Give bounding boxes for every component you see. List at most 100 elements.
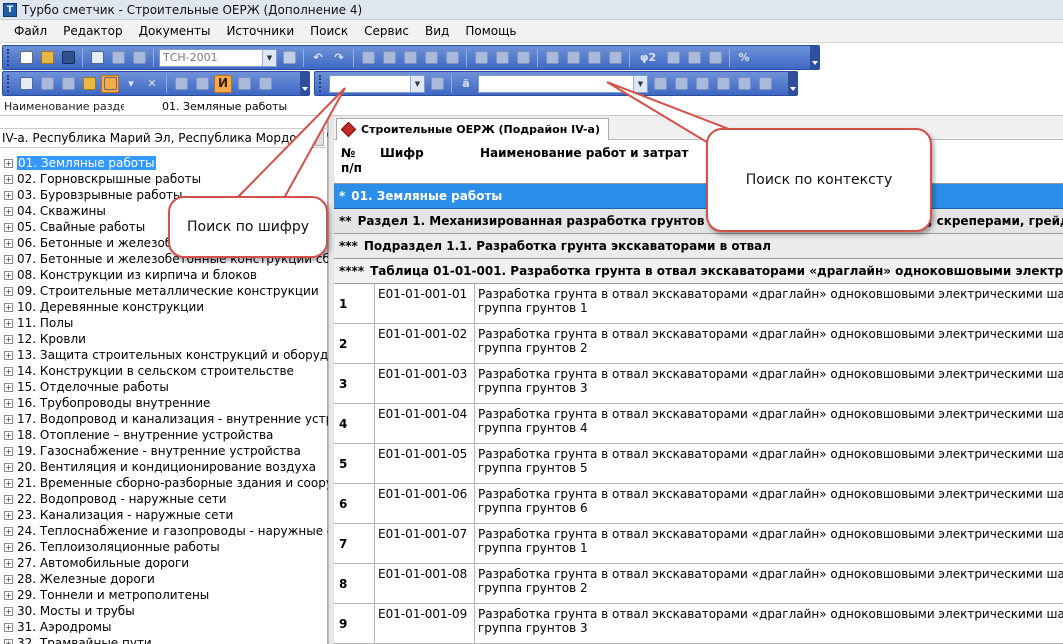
- italic-button[interactable]: И: [214, 74, 232, 93]
- list-view-button[interactable]: [101, 74, 119, 93]
- table-row[interactable]: 8 Е01-01-001-08 Разработка грунта в отвал …: [334, 564, 1063, 604]
- expand-icon[interactable]: +: [4, 430, 13, 440]
- tree-node[interactable]: +29. Тоннели и метрополитены: [0, 587, 328, 603]
- expand-icon[interactable]: +: [4, 638, 13, 644]
- expand-icon[interactable]: +: [4, 350, 13, 360]
- expand-icon[interactable]: +: [4, 222, 13, 232]
- expand-icon[interactable]: +: [4, 318, 13, 328]
- format-button-5[interactable]: [172, 75, 190, 93]
- expand-icon[interactable]: +: [4, 398, 13, 408]
- find-code-button[interactable]: [428, 75, 446, 93]
- tool-button-1[interactable]: [359, 49, 377, 67]
- tree-node[interactable]: +10. Деревянные конструкции: [0, 299, 328, 315]
- preview-button[interactable]: [109, 49, 127, 67]
- tree-node[interactable]: +18. Отопление – внутренние устройства: [0, 427, 328, 443]
- table-row[interactable]: 3 Е01-01-001-03 Разработка грунта в отвал …: [334, 364, 1063, 404]
- context-mode-button[interactable]: ä: [457, 75, 475, 93]
- format-button-2[interactable]: [38, 75, 56, 93]
- toolbar-options-button[interactable]: [300, 72, 309, 95]
- menu-view[interactable]: Вид: [417, 24, 457, 38]
- tool-button-5[interactable]: [443, 49, 461, 67]
- expand-icon[interactable]: +: [4, 158, 13, 168]
- tree-node[interactable]: +22. Водопровод - наружные сети: [0, 491, 328, 507]
- tab-oerzh[interactable]: Строительные ОЕРЖ (Подрайон IV-а): [336, 118, 609, 140]
- tree-node[interactable]: +28. Железные дороги: [0, 571, 328, 587]
- tree-node[interactable]: +21. Временные сборно-разборные здания и…: [0, 475, 328, 491]
- format-button-1[interactable]: [17, 75, 35, 93]
- table-row[interactable]: 2 Е01-01-001-02 Разработка грунта в отвал …: [334, 324, 1063, 364]
- tree-node[interactable]: +02. Горновскрышные работы: [0, 171, 328, 187]
- copy-button[interactable]: [493, 49, 511, 67]
- tree-node[interactable]: +19. Газоснабжение - внутренние устройст…: [0, 443, 328, 459]
- norm-base-combo[interactable]: ТСН-2001 ▼: [159, 48, 277, 67]
- format-button-8[interactable]: [256, 75, 274, 93]
- region-scroll-button[interactable]: [315, 130, 324, 146]
- expand-icon[interactable]: +: [4, 574, 13, 584]
- tree-node[interactable]: +20. Вентиляция и кондиционирование возд…: [0, 459, 328, 475]
- filter-off-button[interactable]: [756, 75, 774, 93]
- tree-node[interactable]: +30. Мосты и трубы: [0, 603, 328, 619]
- expand-icon[interactable]: +: [4, 174, 13, 184]
- context-search-combo[interactable]: ▼: [478, 74, 648, 93]
- expand-icon[interactable]: +: [4, 462, 13, 472]
- tree-node[interactable]: +24. Теплоснабжение и газопроводы - нару…: [0, 523, 328, 539]
- insert-row-button[interactable]: [543, 49, 561, 67]
- expand-icon[interactable]: +: [4, 478, 13, 488]
- mark-button[interactable]: [606, 49, 624, 67]
- table-row[interactable]: 7 Е01-01-001-07 Разработка грунта в отвал …: [334, 524, 1063, 564]
- tree-node[interactable]: +12. Кровли: [0, 331, 328, 347]
- toolbar-grip[interactable]: [7, 49, 11, 66]
- sort-button[interactable]: [706, 49, 724, 67]
- percent-button[interactable]: %: [735, 49, 753, 67]
- format-button-4[interactable]: [80, 75, 98, 93]
- tree-node[interactable]: +13. Защита строительных конструкций и о…: [0, 347, 328, 363]
- expand-icon[interactable]: +: [4, 190, 13, 200]
- expand-icon[interactable]: +: [4, 526, 13, 536]
- tool-button-4[interactable]: [422, 49, 440, 67]
- expand-icon[interactable]: +: [4, 606, 13, 616]
- expand-icon[interactable]: +: [4, 334, 13, 344]
- tree-node[interactable]: +14. Конструкции в сельском строительств…: [0, 363, 328, 379]
- sum-button[interactable]: [280, 49, 298, 67]
- expand-icon[interactable]: +: [4, 446, 13, 456]
- column-header-name[interactable]: Наименование работ и затрат: [480, 146, 688, 161]
- section-row-level4[interactable]: **** Таблица 01-01-001. Разработка грунт…: [334, 259, 1063, 284]
- chevron-down-icon[interactable]: ▼: [410, 75, 424, 92]
- undo-button[interactable]: ↶: [309, 49, 327, 67]
- toolbar-options-button[interactable]: [810, 46, 819, 69]
- phi-button[interactable]: φ2: [635, 49, 661, 67]
- tree-node[interactable]: +26. Теплоизоляционные работы: [0, 539, 328, 555]
- expand-icon[interactable]: +: [4, 414, 13, 424]
- tree-node[interactable]: +11. Полы: [0, 315, 328, 331]
- toolbar-grip[interactable]: [319, 75, 323, 92]
- tree-node[interactable]: +17. Водопровод и канализация - внутренн…: [0, 411, 328, 427]
- settings-button[interactable]: ✕: [143, 75, 161, 93]
- expand-icon[interactable]: +: [4, 254, 13, 264]
- expand-icon[interactable]: +: [4, 270, 13, 280]
- format-button-6[interactable]: [193, 75, 211, 93]
- row-button[interactable]: [564, 49, 582, 67]
- table-row[interactable]: 9 Е01-01-001-09 Разработка грунта в отвал …: [334, 604, 1063, 644]
- table-row[interactable]: 5 Е01-01-001-05 Разработка грунта в отвал …: [334, 444, 1063, 484]
- expand-icon[interactable]: +: [4, 382, 13, 392]
- tree-node[interactable]: +08. Конструкции из кирпича и блоков: [0, 267, 328, 283]
- table-row[interactable]: 6 Е01-01-001-06 Разработка грунта в отвал …: [334, 484, 1063, 524]
- menu-editor[interactable]: Редактор: [55, 24, 130, 38]
- expand-icon[interactable]: +: [4, 286, 13, 296]
- section-name-value[interactable]: 01. Земляные работы: [162, 100, 287, 113]
- paste-button[interactable]: [514, 49, 532, 67]
- expand-icon[interactable]: +: [4, 238, 13, 248]
- delete-button[interactable]: [585, 49, 603, 67]
- expand-icon[interactable]: +: [4, 366, 13, 376]
- tree-node[interactable]: +32. Трамвайные пути: [0, 635, 328, 644]
- format-dropdown-button[interactable]: ▾: [122, 75, 140, 93]
- find-next-button[interactable]: [672, 75, 690, 93]
- expand-icon[interactable]: +: [4, 622, 13, 632]
- expand-icon[interactable]: +: [4, 510, 13, 520]
- expand-icon[interactable]: +: [4, 558, 13, 568]
- save-button[interactable]: [59, 49, 77, 67]
- menu-help[interactable]: Помощь: [457, 24, 524, 38]
- expand-icon[interactable]: +: [4, 206, 13, 216]
- expand-icon[interactable]: +: [4, 494, 13, 504]
- print-button[interactable]: [130, 49, 148, 67]
